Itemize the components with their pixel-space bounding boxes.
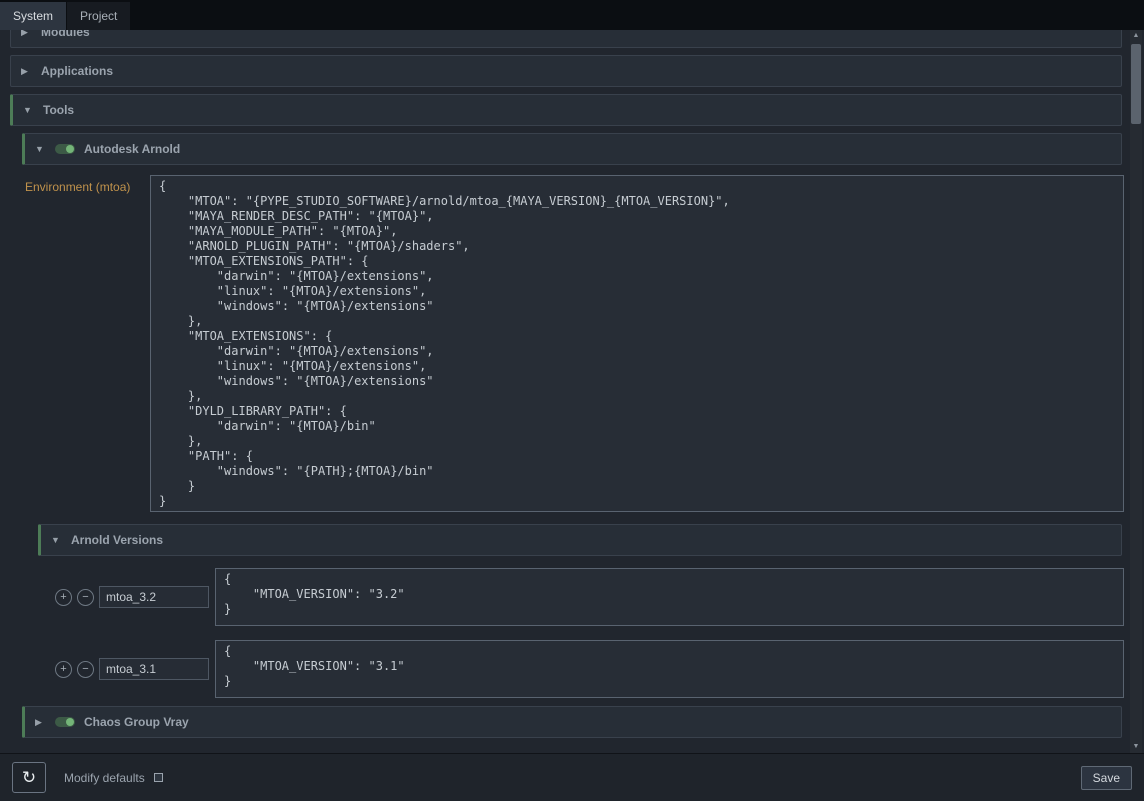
section-header-tools[interactable]: ▼ Tools (10, 94, 1122, 126)
settings-scroll-area: ▶ Modules ▶ Applications ▼ Tools ▼ Autod… (0, 30, 1144, 753)
section-title-arnold-versions: Arnold Versions (71, 533, 163, 547)
version-row-controls: + − (55, 586, 215, 608)
section-header-modules[interactable]: ▶ Modules (10, 30, 1122, 48)
settings-content: ▶ Modules ▶ Applications ▼ Tools ▼ Autod… (0, 30, 1144, 753)
modify-defaults-label: Modify defaults (64, 771, 145, 785)
environment-label: Environment (mtoa) (10, 175, 150, 194)
version-key-input[interactable] (99, 586, 209, 608)
vray-enabled-toggle[interactable] (55, 717, 75, 727)
version-key-input[interactable] (99, 658, 209, 680)
add-version-button[interactable]: + (55, 589, 72, 606)
refresh-button[interactable]: ↻ (12, 762, 46, 793)
chevron-down-icon: ▼ (35, 144, 46, 154)
vertical-scrollbar[interactable]: ▲ ▼ (1130, 30, 1142, 753)
section-header-arnold-versions[interactable]: ▼ Arnold Versions (38, 524, 1122, 556)
environment-json-editor[interactable]: { "MTOA": "{PYPE_STUDIO_SOFTWARE}/arnold… (150, 175, 1124, 512)
environment-field-row: Environment (mtoa) { "MTOA": "{PYPE_STUD… (10, 175, 1124, 512)
section-header-chaos-group-vray[interactable]: ▶ Chaos Group Vray (22, 706, 1122, 738)
section-title-applications: Applications (41, 64, 113, 78)
version-json-editor[interactable]: { "MTOA_VERSION": "3.1" } (215, 640, 1124, 698)
section-header-applications[interactable]: ▶ Applications (10, 55, 1122, 87)
tab-bar: System Project (0, 0, 1144, 30)
section-title-tools: Tools (43, 103, 74, 117)
chevron-right-icon: ▶ (21, 30, 32, 38)
scroll-down-icon[interactable]: ▼ (1130, 741, 1142, 753)
chevron-down-icon: ▼ (23, 105, 34, 115)
chevron-right-icon: ▶ (21, 66, 32, 77)
tab-project[interactable]: Project (67, 2, 130, 30)
modify-defaults-checkbox[interactable] (154, 773, 163, 782)
version-row-mtoa-3-2: + − { "MTOA_VERSION": "3.2" } (10, 568, 1124, 626)
add-version-button[interactable]: + (55, 661, 72, 678)
save-button[interactable]: Save (1081, 766, 1132, 790)
remove-version-button[interactable]: − (77, 589, 94, 606)
version-row-mtoa-3-1: + − { "MTOA_VERSION": "3.1" } (10, 640, 1124, 698)
section-title-autodesk-arnold: Autodesk Arnold (84, 142, 180, 156)
version-json-editor[interactable]: { "MTOA_VERSION": "3.2" } (215, 568, 1124, 626)
section-header-autodesk-arnold[interactable]: ▼ Autodesk Arnold (22, 133, 1122, 165)
scrollbar-thumb[interactable] (1131, 44, 1141, 124)
settings-window: System Project ▶ Modules ▶ Applications … (0, 0, 1144, 801)
tab-system[interactable]: System (0, 2, 66, 30)
chevron-down-icon: ▼ (51, 535, 62, 545)
chevron-right-icon: ▶ (35, 717, 46, 728)
version-row-controls: + − (55, 658, 215, 680)
scroll-up-icon[interactable]: ▲ (1130, 30, 1142, 42)
remove-version-button[interactable]: − (77, 661, 94, 678)
section-title-modules: Modules (41, 30, 90, 39)
section-title-chaos-group-vray: Chaos Group Vray (84, 715, 189, 729)
arnold-enabled-toggle[interactable] (55, 144, 75, 154)
footer-bar: ↻ Modify defaults Save (0, 753, 1144, 801)
